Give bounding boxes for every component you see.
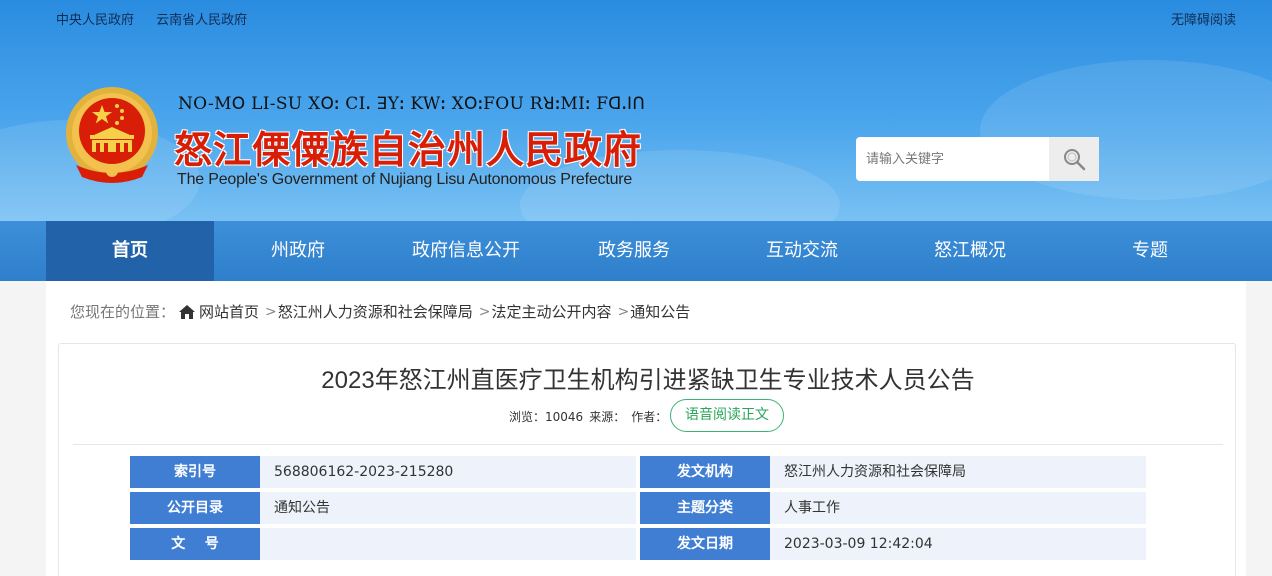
breadcrumb-separator: > <box>265 303 277 320</box>
breadcrumb-notices[interactable]: 通知公告 <box>630 301 690 322</box>
info-label: 公开目录 <box>130 492 260 524</box>
nav-gov-services[interactable]: 政务服务 <box>550 221 718 281</box>
info-label: 文 号 <box>130 528 260 560</box>
top-links: 中央人民政府 云南省人民政府 <box>56 9 265 28</box>
breadcrumb: 您现在的位置： 网站首页 > 怒江州人力资源和社会保障局 > 法定主动公开内容 … <box>70 301 690 322</box>
search-button[interactable] <box>1049 137 1099 181</box>
views-label: 浏览： <box>509 410 546 424</box>
info-row-topic: 主题分类 人事工作 <box>640 492 1146 524</box>
info-value <box>260 528 636 560</box>
accessibility-link[interactable]: 无障碍阅读 <box>1171 9 1236 28</box>
voice-read-button[interactable]: 语音阅读正文 <box>670 399 784 432</box>
info-row-date: 发文日期 2023-03-09 12:42:04 <box>640 528 1146 560</box>
info-row-issuer: 发文机构 怒江州人力资源和社会保障局 <box>640 456 1146 488</box>
top-link-central-gov[interactable]: 中央人民政府 <box>56 13 134 28</box>
info-row-index: 索引号 568806162-2023-215280 <box>130 456 636 488</box>
info-value: 通知公告 <box>260 492 636 524</box>
site-header: 中央人民政府 云南省人民政府 无障碍阅读 NO-Mꓳ LI-SU Xꓳꓽ CIꓸ… <box>0 0 1272 221</box>
info-value: 568806162-2023-215280 <box>260 456 636 488</box>
breadcrumb-lead: 您现在的位置： <box>70 303 176 321</box>
top-link-yunnan-gov[interactable]: 云南省人民政府 <box>156 13 247 28</box>
info-row-catalog: 公开目录 通知公告 <box>130 492 636 524</box>
info-value: 人事工作 <box>770 492 1146 524</box>
divider <box>73 444 1223 445</box>
content-area: 您现在的位置： 网站首页 > 怒江州人力资源和社会保障局 > 法定主动公开内容 … <box>46 281 1246 576</box>
main-nav: 首页 州政府 政府信息公开 政务服务 互动交流 怒江概况 专题 <box>0 221 1272 281</box>
info-label: 主题分类 <box>640 492 770 524</box>
national-emblem-icon <box>66 87 158 183</box>
article-card: 2023年怒江州直医疗卫生机构引进紧缺卫生专业技术人员公告 浏览： 10046 … <box>58 343 1236 576</box>
views-count: 10046 <box>545 409 584 424</box>
info-label: 发文机构 <box>640 456 770 488</box>
nav-topics[interactable]: 专题 <box>1054 221 1246 281</box>
nav-interaction[interactable]: 互动交流 <box>718 221 886 281</box>
site-name[interactable]: 怒江傈僳族自治州人民政府 <box>174 119 642 174</box>
author-label: 作者： <box>631 410 668 424</box>
article-meta: 浏览： 10046 来源： 作者： <box>509 408 667 425</box>
site-name-english: The People's Government of Nujiang Lisu … <box>177 171 633 188</box>
nav-nujiang-overview[interactable]: 怒江概况 <box>886 221 1054 281</box>
breadcrumb-home[interactable]: 网站首页 <box>199 301 259 322</box>
breadcrumb-statutory-content[interactable]: 法定主动公开内容 <box>492 301 612 322</box>
search-box <box>856 137 1099 181</box>
magnifier-icon <box>1064 149 1086 171</box>
article-title: 2023年怒江州直医疗卫生机构引进紧缺卫生专业技术人员公告 <box>321 367 975 394</box>
info-label: 发文日期 <box>640 528 770 560</box>
site-name-lisu: NO-Mꓳ LI-SU Xꓳꓽ CIꓸ ꓱYꓽ KWꓽ XꓳꓽFOU RꓤꓽMI… <box>178 94 646 114</box>
source-label: 来源： <box>589 410 626 424</box>
nav-home[interactable]: 首页 <box>46 221 214 281</box>
search-input[interactable] <box>856 137 1049 181</box>
nav-info-disclosure[interactable]: 政府信息公开 <box>382 221 550 281</box>
info-row-docno: 文 号 <box>130 528 636 560</box>
info-value: 2023-03-09 12:42:04 <box>770 528 1146 560</box>
info-value: 怒江州人力资源和社会保障局 <box>770 456 1146 488</box>
breadcrumb-separator: > <box>478 303 491 320</box>
home-icon <box>179 304 196 319</box>
breadcrumb-separator: > <box>617 303 630 320</box>
nav-prefecture-gov[interactable]: 州政府 <box>214 221 382 281</box>
breadcrumb-hrss-bureau[interactable]: 怒江州人力资源和社会保障局 <box>278 301 473 322</box>
info-label: 索引号 <box>130 456 260 488</box>
